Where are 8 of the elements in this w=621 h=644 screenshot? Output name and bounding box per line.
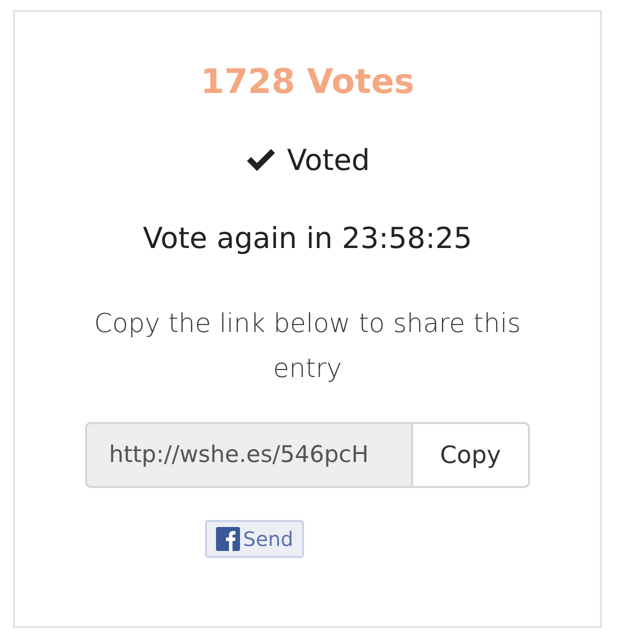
share-instructions: Copy the link below to share this entry	[93, 308, 522, 386]
vote-count: 1728 Votes	[200, 61, 414, 104]
send-button[interactable]: Send	[205, 520, 304, 558]
copy-button[interactable]: Copy	[413, 422, 530, 488]
facebook-logo-icon	[216, 527, 240, 551]
voted-label: Voted	[287, 142, 370, 178]
countdown-text: Vote again in 23:58:25	[142, 220, 472, 256]
link-field[interactable]: http://wshe.es/546pcH	[85, 422, 413, 488]
